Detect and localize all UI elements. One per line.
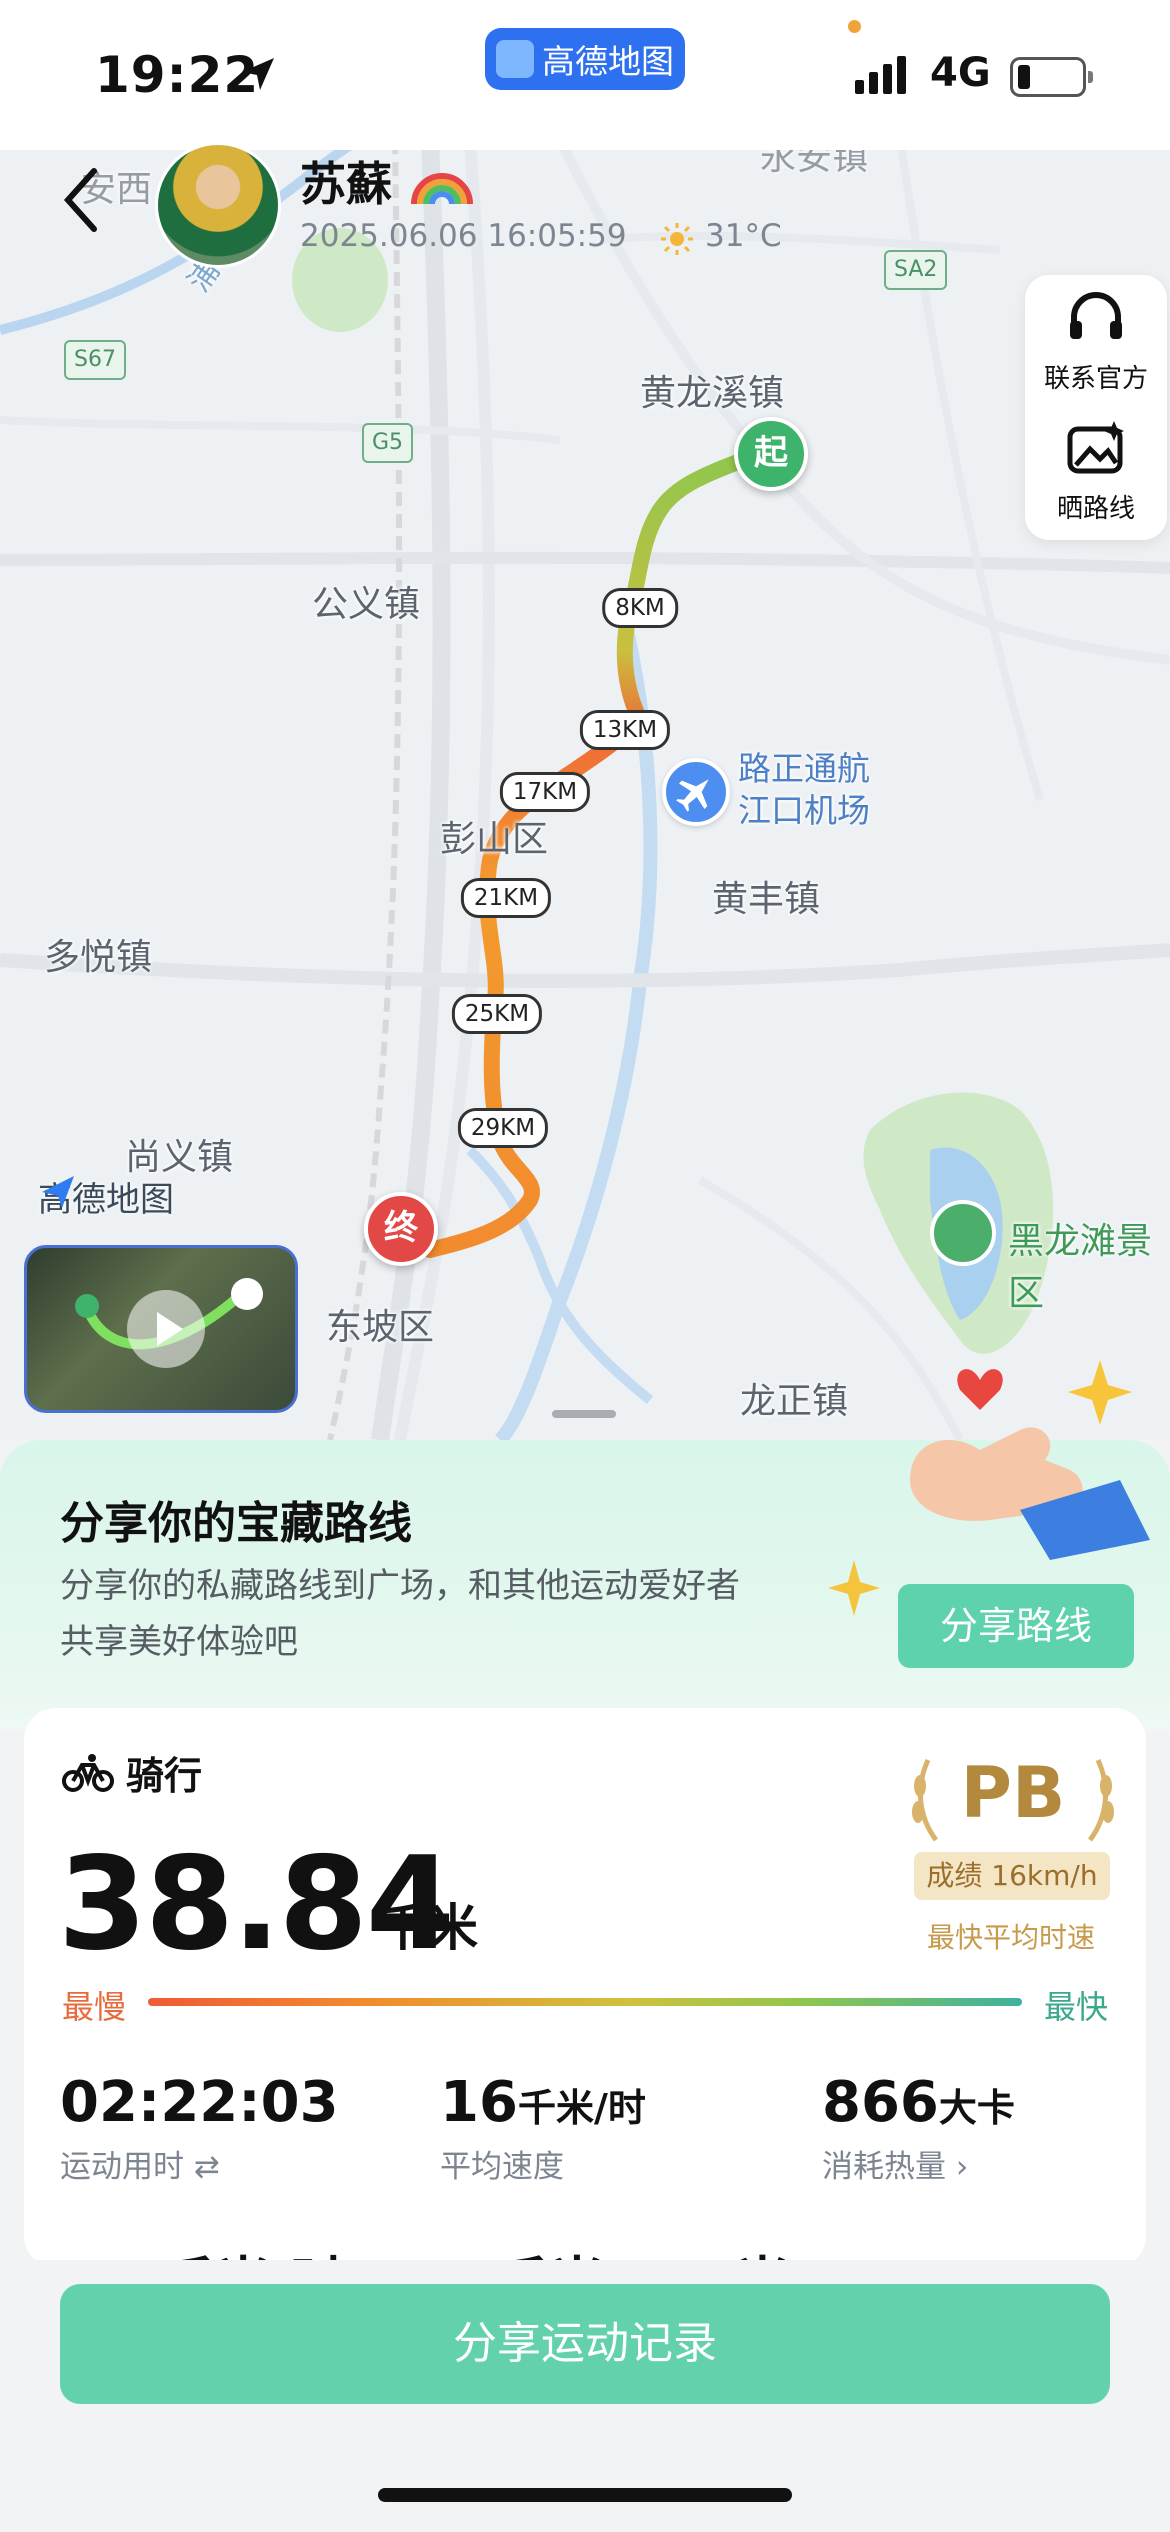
contact-official-button[interactable]: 联系官方 <box>1025 289 1167 395</box>
km-marker: 13KM <box>579 710 671 750</box>
sport-type-label: 骑行 <box>126 1754 203 1798</box>
metric-label: 消耗热量 › <box>822 2149 969 2185</box>
airport-label: 路正通航 江口机场 <box>738 748 870 832</box>
metric-label: 运动用时 ⇄ <box>60 2149 220 2185</box>
metric-value: 02:22:03 <box>60 2070 339 2135</box>
road-badge-sa2: SA2 <box>884 250 948 290</box>
status-bar: 19:22 高德地图 4G <box>0 0 1170 150</box>
fastest-label: 最快 <box>1044 1988 1109 2026</box>
share-route-button[interactable]: 分享路线 <box>898 1584 1134 1668</box>
bicycle-icon <box>62 1753 114 1792</box>
privacy-indicator <box>848 20 861 33</box>
amap-logo-icon <box>42 1176 74 1208</box>
share-card-description: 分享你的私藏路线到广场，和其他运动爱好者共享美好体验吧 <box>60 1566 740 1662</box>
battery-icon <box>1010 57 1093 97</box>
drag-handle[interactable] <box>552 1410 616 1418</box>
location-arrow-icon <box>242 58 274 90</box>
temperature: 31°C <box>705 218 782 254</box>
activity-datetime: 2025.06.06 16:05:59 <box>300 218 627 254</box>
metric-value: 16 <box>440 2070 518 2135</box>
thumbs-up-hand-icon <box>910 1360 1150 1560</box>
metric-label: 平均速度 <box>440 2149 564 2185</box>
sun-icon <box>661 223 693 255</box>
headset-icon <box>1070 292 1122 339</box>
amap-pill-label: 高德地图 <box>542 42 674 81</box>
rainbow-icon <box>411 173 473 205</box>
play-icon[interactable] <box>127 1290 205 1368</box>
amap-logo-icon <box>496 40 534 78</box>
km-marker: 21KM <box>460 878 552 918</box>
sparkle-icon <box>828 1560 880 1616</box>
airport-label-line1: 路正通航 <box>738 749 870 788</box>
start-pin[interactable]: 起 <box>734 417 808 491</box>
status-time: 19:22 <box>95 46 260 104</box>
metric-avg-speed: 16千米/时 平均速度 <box>440 2070 646 2186</box>
scenic-spot-icon[interactable] <box>930 1200 996 1266</box>
share-card-title: 分享你的宝藏路线 <box>60 1498 412 1549</box>
laurel-left-icon <box>912 1758 939 1842</box>
amap-watermark: 高德地图 <box>38 1172 174 1221</box>
pb-badge[interactable]: PB <box>908 1752 1118 1842</box>
photo-sparkle-icon <box>1067 421 1124 474</box>
metric-calories[interactable]: 866大卡 消耗热量 › <box>822 2070 1015 2186</box>
road-badge-s67: S67 <box>64 340 126 380</box>
scenic-label: 黑龙滩景区 <box>1008 1221 1153 1314</box>
pb-label: PB <box>960 1752 1066 1834</box>
route-video-thumbnail[interactable] <box>24 1245 298 1413</box>
laurel-right-icon <box>1087 1758 1114 1842</box>
home-indicator <box>378 2488 792 2502</box>
distance-unit: 千米 <box>378 1899 478 1957</box>
share-route-side-button[interactable]: 晒路线 <box>1025 419 1167 525</box>
back-chevron-icon[interactable] <box>60 165 100 235</box>
airport-label-line2: 江口机场 <box>738 791 870 830</box>
km-marker: 29KM <box>457 1108 549 1148</box>
airplane-icon[interactable] <box>662 758 730 826</box>
speed-gradient-bar <box>148 1998 1022 2006</box>
cellular-signal-icon <box>855 56 906 94</box>
place-label: 黄龙溪镇 <box>640 373 785 414</box>
contact-official-label: 联系官方 <box>1043 364 1148 394</box>
pb-subtitle: 最快平均时速 <box>926 1921 1095 1954</box>
road-badge-g5: G5 <box>362 423 414 463</box>
slowest-label: 最慢 <box>62 1988 127 2026</box>
end-pin[interactable]: 终 <box>364 1192 438 1266</box>
metric-value: 866 <box>822 2070 939 2135</box>
network-type: 4G <box>930 50 991 96</box>
pb-record-badge: 成绩 16km/h <box>914 1852 1110 1900</box>
place-label: 东坡区 <box>326 1307 435 1348</box>
place-label: 龙正镇 <box>740 1381 849 1422</box>
place-label: 多悦镇 <box>44 937 153 978</box>
place-label: 黄丰镇 <box>712 879 821 920</box>
share-route-side-label: 晒路线 <box>1056 494 1135 524</box>
km-marker: 8KM <box>602 588 678 628</box>
km-marker: 25KM <box>451 994 543 1034</box>
metric-unit: 千米/时 <box>517 2086 646 2130</box>
place-label: 彭山区 <box>440 819 549 860</box>
place-label: 公义镇 <box>312 584 421 625</box>
sport-type: 骑行 <box>62 1745 202 1800</box>
map-side-panel: 联系官方 晒路线 <box>1025 275 1167 540</box>
amap-app-pill[interactable]: 高德地图 <box>485 28 685 90</box>
share-record-button[interactable]: 分享运动记录 <box>60 2284 1110 2404</box>
metric-duration[interactable]: 02:22:03 运动用时 ⇄ <box>60 2070 339 2186</box>
km-marker: 17KM <box>499 772 591 812</box>
avatar[interactable] <box>155 142 281 268</box>
username: 苏蘇 <box>300 157 392 211</box>
metric-unit: 大卡 <box>938 2086 1015 2130</box>
